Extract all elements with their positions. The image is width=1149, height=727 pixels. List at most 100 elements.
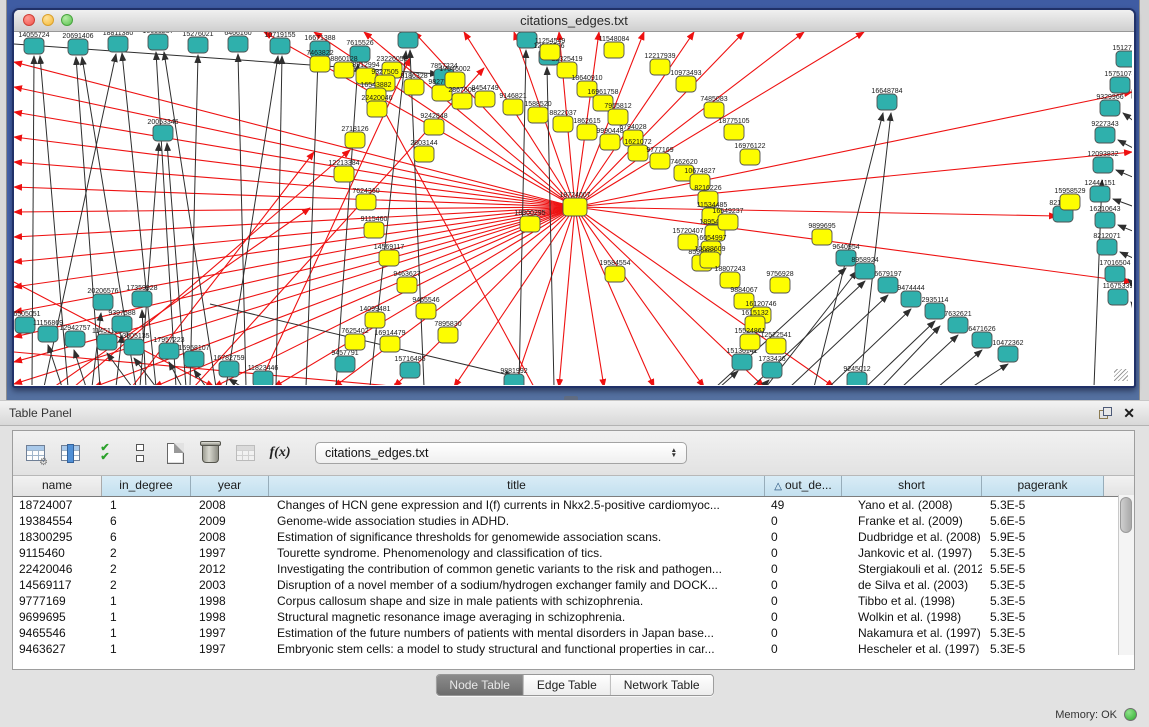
graph-node[interactable] (334, 62, 354, 78)
table-row[interactable]: 946362711997Embryonic stem cells: a mode… (13, 641, 1134, 657)
graph-node[interactable] (704, 102, 724, 118)
select-all-button[interactable]: ✔✔ (93, 441, 117, 465)
graph-node[interactable] (398, 32, 418, 48)
graph-node[interactable] (563, 198, 587, 216)
graph-node[interactable] (628, 145, 648, 161)
graph-node[interactable] (475, 91, 495, 107)
close-panel-icon[interactable]: ✕ (1123, 401, 1135, 425)
table-selector-dropdown[interactable]: citations_edges.txt ▲▼ (315, 442, 687, 464)
graph-node[interactable] (253, 371, 273, 385)
graph-edge[interactable] (514, 207, 575, 385)
graph-edge[interactable] (14, 207, 575, 337)
graph-edge[interactable] (829, 309, 911, 385)
graph-edge[interactable] (938, 350, 982, 385)
graph-node[interactable] (972, 332, 992, 348)
zoom-window-button[interactable] (61, 14, 73, 26)
row-height-button[interactable] (128, 441, 152, 465)
graph-node[interactable] (718, 214, 738, 230)
graph-edge[interactable] (1120, 252, 1132, 259)
scrollbar-thumb[interactable] (1120, 497, 1132, 533)
graph-node[interactable] (414, 146, 434, 162)
table-settings-button[interactable]: ⚙ (23, 441, 47, 465)
graph-node[interactable] (812, 229, 832, 245)
graph-edge[interactable] (790, 295, 888, 385)
table-row[interactable]: 946554611997Estimation of the future num… (13, 625, 1134, 641)
graph-node[interactable] (1100, 100, 1120, 116)
graph-node[interactable] (740, 334, 760, 350)
table-row[interactable]: 911546021997Tourette syndrome. Phenomeno… (13, 545, 1134, 561)
graph-node[interactable] (1090, 186, 1110, 202)
tab-node-table[interactable]: Node Table (436, 675, 524, 695)
graph-node[interactable] (503, 99, 523, 115)
float-panel-icon[interactable] (1099, 407, 1111, 419)
graph-node[interactable] (148, 34, 168, 50)
graph-node[interactable] (379, 250, 399, 266)
graph-edge[interactable] (190, 55, 198, 385)
graph-node[interactable] (948, 317, 968, 333)
graph-node[interactable] (540, 44, 560, 60)
graph-node[interactable] (998, 346, 1018, 362)
graph-node[interactable] (577, 124, 597, 140)
graph-node[interactable] (1110, 77, 1130, 93)
graph-node[interactable] (1095, 127, 1115, 143)
graph-edge[interactable] (1118, 225, 1132, 232)
graph-node[interactable] (345, 334, 365, 350)
graph-node[interactable] (438, 327, 458, 343)
canvas-resize-grip[interactable] (1114, 369, 1128, 381)
graph-edge[interactable] (410, 50, 424, 385)
table-row[interactable]: 1456911722003Disruption of a novel membe… (13, 577, 1134, 593)
graph-node[interactable] (310, 56, 330, 72)
graph-edge[interactable] (720, 371, 738, 385)
graph-edge[interactable] (276, 56, 282, 385)
graph-edge[interactable] (226, 56, 278, 385)
graph-node[interactable] (416, 303, 436, 319)
graph-edge[interactable] (559, 207, 575, 385)
tab-edge-table[interactable]: Edge Table (524, 675, 611, 695)
graph-edge[interactable] (575, 207, 1057, 216)
graph-node[interactable] (153, 125, 173, 141)
graph-node[interactable] (1108, 289, 1128, 305)
show-columns-button[interactable] (58, 441, 82, 465)
graph-node[interactable] (732, 354, 752, 370)
graph-edge[interactable] (972, 364, 1008, 385)
graph-node[interactable] (112, 316, 132, 332)
table-row[interactable]: 977716911998Corpus callosum shape and si… (13, 593, 1134, 609)
column-header-name[interactable]: name (13, 476, 102, 496)
graph-node[interactable] (650, 59, 670, 75)
table-row[interactable]: 1938455462009Genome-wide association stu… (13, 513, 1134, 529)
column-header-year[interactable]: year (191, 476, 269, 496)
graph-node[interactable] (380, 336, 400, 352)
graph-edge[interactable] (454, 207, 575, 385)
graph-node[interactable] (97, 334, 117, 350)
minimize-window-button[interactable] (42, 14, 54, 26)
create-table-button[interactable] (163, 441, 187, 465)
graph-node[interactable] (740, 149, 760, 165)
table-row[interactable]: 1872400712008Changes of HCN gene express… (13, 497, 1134, 513)
graph-node[interactable] (65, 331, 85, 347)
column-header-in_degree[interactable]: in_degree (102, 476, 191, 496)
graph-node[interactable] (424, 119, 444, 135)
graph-node[interactable] (38, 326, 58, 342)
table-vertical-scrollbar[interactable] (1118, 495, 1134, 655)
graph-node[interactable] (1093, 157, 1113, 173)
network-window-titlebar[interactable]: citations_edges.txt (14, 10, 1134, 32)
tab-network-table[interactable]: Network Table (611, 675, 713, 695)
graph-node[interactable] (1060, 194, 1080, 210)
table-row[interactable]: 969969511998Structural magnetic resonanc… (13, 609, 1134, 625)
graph-node[interactable] (124, 339, 144, 355)
graph-node[interactable] (766, 338, 786, 354)
table-row[interactable]: 2242004622012Investigating the contribut… (13, 561, 1134, 577)
graph-node[interactable] (334, 166, 354, 182)
graph-node[interactable] (184, 351, 204, 367)
graph-node[interactable] (356, 194, 376, 210)
column-header-pagerank[interactable]: pagerank (982, 476, 1104, 496)
delete-entries-button[interactable] (198, 441, 222, 465)
graph-edge[interactable] (14, 162, 575, 207)
graph-node[interactable] (901, 291, 921, 307)
graph-edge[interactable] (32, 56, 34, 385)
graph-node[interactable] (676, 76, 696, 92)
graph-edge[interactable] (882, 326, 940, 385)
graph-node[interactable] (724, 124, 744, 140)
graph-node[interactable] (877, 94, 897, 110)
graph-node[interactable] (604, 42, 624, 58)
